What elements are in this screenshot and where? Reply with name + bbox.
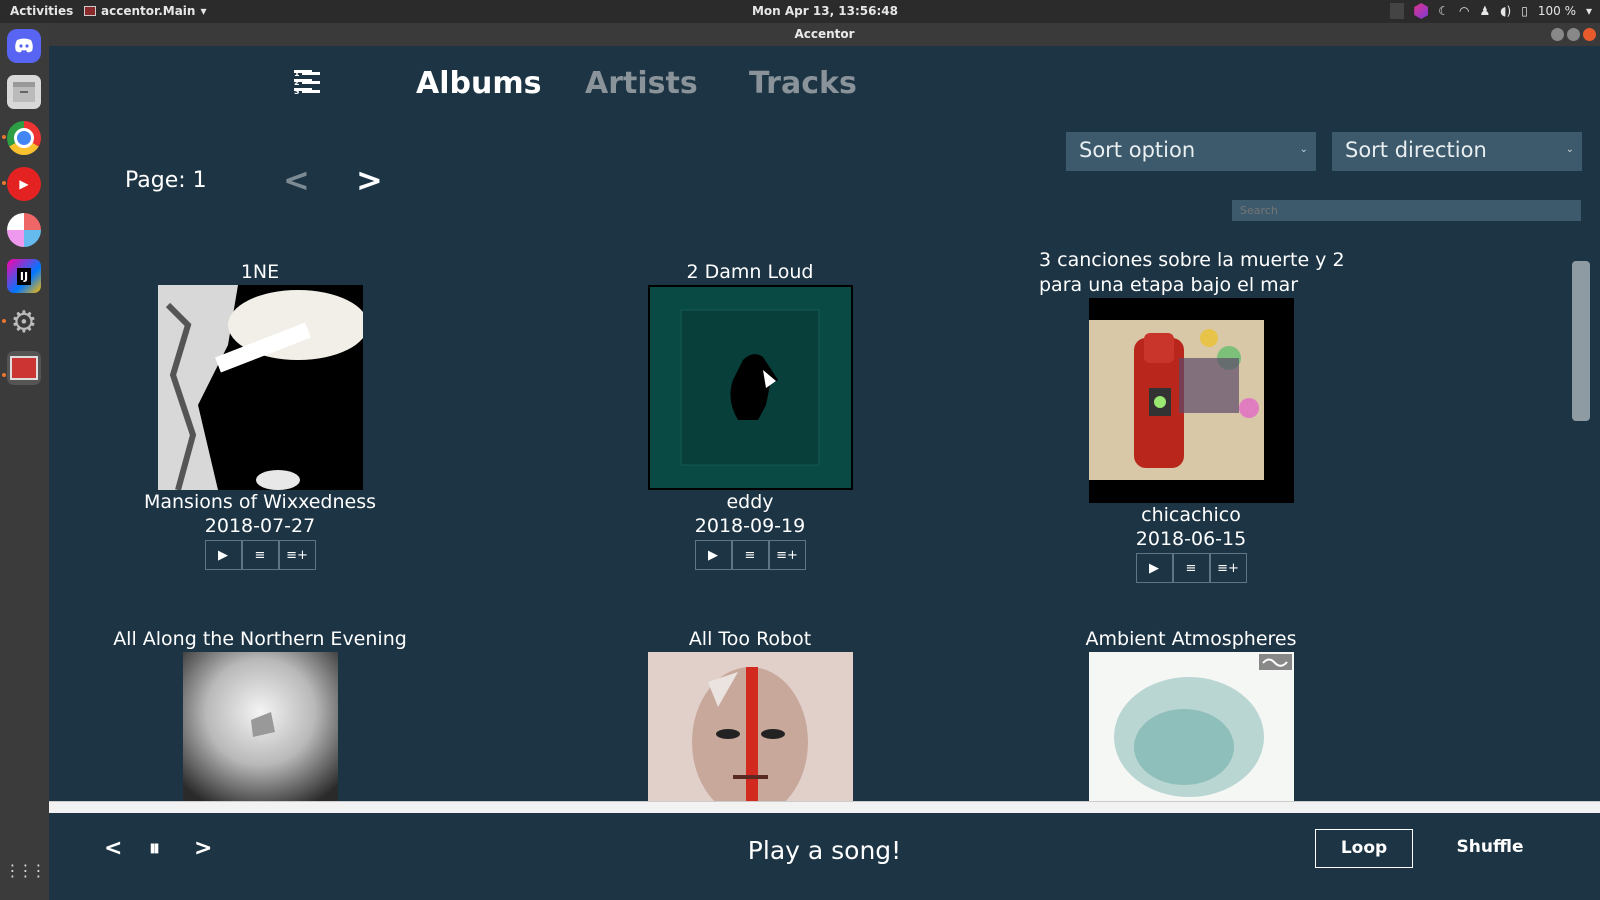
files-icon[interactable] bbox=[7, 75, 41, 109]
chevron-down-icon: ⌄ bbox=[1299, 144, 1308, 155]
album-artist[interactable]: chicachico bbox=[991, 503, 1391, 527]
night-light-icon: ☾ bbox=[1438, 4, 1449, 18]
play-next-button[interactable]: ≡ bbox=[241, 540, 279, 570]
intellij-icon[interactable] bbox=[7, 259, 41, 293]
tab-tracks[interactable]: Tracks bbox=[749, 66, 857, 101]
settings-gear-icon[interactable] bbox=[7, 305, 41, 339]
shuffle-button[interactable]: Shuffle bbox=[1442, 829, 1538, 868]
album-cover[interactable] bbox=[1088, 298, 1294, 503]
album-card: 2 Damn Loud eddy 2018-09-19 ▶ ≡ ≡+ bbox=[550, 260, 950, 570]
search-input[interactable] bbox=[1232, 200, 1581, 221]
album-title: 2 Damn Loud bbox=[686, 261, 814, 283]
discord-icon[interactable] bbox=[7, 29, 41, 63]
running-indicator bbox=[2, 181, 6, 185]
album-title: All Along the Northern Evening bbox=[113, 628, 407, 650]
accentor-app: 1 2 3 Albums Artists Tracks Sort option … bbox=[49, 46, 1600, 900]
tab-albums[interactable]: Albums bbox=[416, 66, 541, 101]
window-title: Accentor bbox=[794, 27, 855, 41]
loop-button[interactable]: Loop bbox=[1315, 829, 1413, 868]
battery-level: 100 % bbox=[1537, 4, 1576, 18]
add-to-queue-button[interactable]: ≡+ bbox=[1209, 553, 1247, 583]
album-card: 1NE Mansions of Wixxedness 2018-07-27 ▶ … bbox=[60, 260, 460, 570]
album-title: Ambient Atmospheres bbox=[1085, 628, 1297, 650]
vertical-scrollbar[interactable] bbox=[1572, 261, 1590, 421]
album-card: Ambient Atmospheres bbox=[991, 627, 1391, 802]
minimize-icon[interactable] bbox=[1551, 28, 1564, 41]
chrome-icon[interactable] bbox=[7, 121, 41, 155]
tray-hex-icon[interactable] bbox=[1414, 3, 1429, 19]
album-cover[interactable] bbox=[157, 285, 363, 490]
sort-direction-select[interactable]: Sort direction ⌄ bbox=[1332, 132, 1582, 171]
volume-icon: ◖) bbox=[1500, 4, 1512, 18]
chevron-down-icon: ▾ bbox=[1585, 4, 1592, 18]
dock bbox=[0, 23, 49, 900]
sort-option-value: Sort option bbox=[1079, 138, 1196, 162]
wifi-icon: ◠ bbox=[1458, 4, 1470, 18]
album-card: All Along the Northern Evening bbox=[60, 627, 460, 802]
close-icon[interactable] bbox=[1583, 28, 1596, 41]
album-card: All Too Robot bbox=[550, 627, 950, 802]
album-cover[interactable] bbox=[647, 652, 853, 802]
album-cover[interactable] bbox=[182, 652, 338, 802]
play-next-button[interactable]: ≡ bbox=[731, 540, 769, 570]
window-title-bar: Accentor bbox=[49, 23, 1600, 46]
album-cover[interactable] bbox=[1088, 652, 1294, 802]
clock[interactable]: Mon Apr 13, 13:56:48 bbox=[0, 4, 1600, 18]
tray-app-icon[interactable] bbox=[1390, 3, 1405, 19]
next-page-button[interactable]: > bbox=[356, 161, 383, 199]
album-title: 1NE bbox=[240, 261, 280, 283]
chevron-down-icon: ⌄ bbox=[1565, 144, 1574, 155]
add-to-queue-button[interactable]: ≡+ bbox=[278, 540, 316, 570]
running-indicator bbox=[2, 373, 6, 377]
album-actions: ▶ ≡ ≡+ bbox=[60, 540, 460, 570]
album-actions: ▶ ≡ ≡+ bbox=[550, 540, 950, 570]
previous-page-button[interactable]: < bbox=[283, 161, 310, 199]
notification-icon: ♟ bbox=[1479, 4, 1491, 18]
system-top-bar: Activities accentor.Main ▾ Mon Apr 13, 1… bbox=[0, 0, 1600, 23]
youtube-music-icon[interactable] bbox=[7, 167, 41, 201]
numbered-list-icon[interactable]: 1 2 3 bbox=[294, 70, 320, 98]
active-app-icon[interactable] bbox=[7, 351, 41, 385]
album-title: 3 canciones sobre la muerte y 2 para una… bbox=[1039, 249, 1345, 296]
running-indicator bbox=[2, 135, 6, 139]
battery-icon: ▯ bbox=[1521, 4, 1528, 18]
color-picker-icon[interactable] bbox=[7, 213, 41, 247]
play-album-button[interactable]: ▶ bbox=[694, 540, 732, 570]
maximize-icon[interactable] bbox=[1567, 28, 1580, 41]
album-card: 3 canciones sobre la muerte y 2 para una… bbox=[991, 248, 1391, 583]
running-indicator bbox=[2, 319, 6, 323]
sort-option-select[interactable]: Sort option ⌄ bbox=[1066, 132, 1316, 171]
album-actions: ▶ ≡ ≡+ bbox=[991, 553, 1391, 583]
album-artist[interactable]: eddy bbox=[550, 490, 950, 514]
album-artist[interactable]: Mansions of Wixxedness bbox=[60, 490, 460, 514]
play-next-button[interactable]: ≡ bbox=[1172, 553, 1210, 583]
play-album-button[interactable]: ▶ bbox=[1135, 553, 1173, 583]
horizontal-scrollbar[interactable] bbox=[49, 801, 1600, 813]
album-cover[interactable] bbox=[647, 285, 853, 490]
sort-direction-value: Sort direction bbox=[1345, 138, 1487, 162]
system-tray[interactable]: ☾ ◠ ♟ ◖) ▯ 100 % ▾ bbox=[1390, 3, 1592, 19]
add-to-queue-button[interactable]: ≡+ bbox=[768, 540, 806, 570]
tab-artists[interactable]: Artists bbox=[585, 66, 698, 101]
album-date: 2018-06-15 bbox=[1135, 528, 1247, 550]
album-date: 2018-09-19 bbox=[694, 515, 806, 537]
album-date: 2018-07-27 bbox=[204, 515, 316, 537]
show-applications-icon[interactable] bbox=[7, 853, 41, 887]
play-album-button[interactable]: ▶ bbox=[204, 540, 242, 570]
page-indicator: Page: 1 bbox=[125, 168, 207, 193]
album-title: All Too Robot bbox=[688, 628, 812, 650]
